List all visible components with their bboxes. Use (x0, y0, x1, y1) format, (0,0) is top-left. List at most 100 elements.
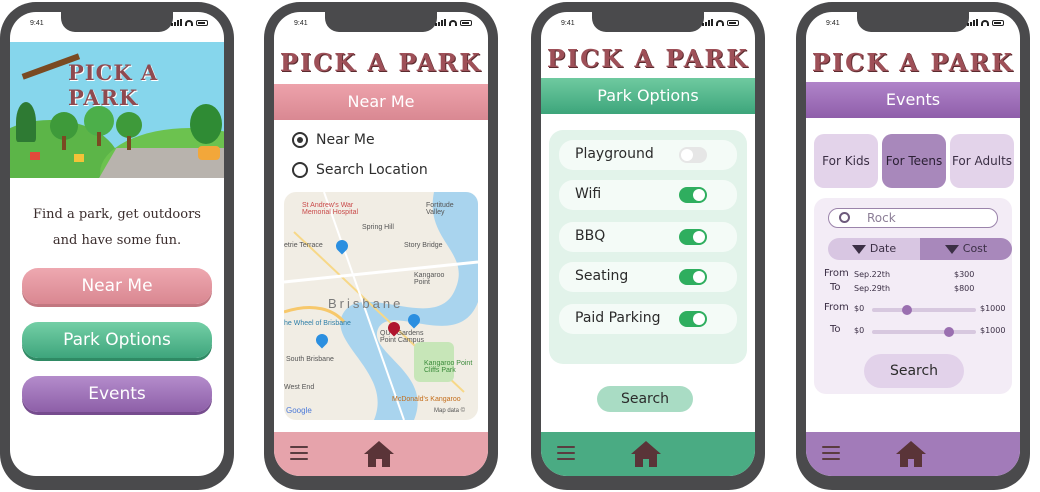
option-bbq: BBQ (559, 222, 737, 252)
menu-icon[interactable] (557, 446, 575, 460)
option-label: BBQ (575, 228, 606, 244)
near-me-button[interactable]: Near Me (22, 268, 212, 304)
map-label-cliffs: Kangaroo Point Cliffs Park (424, 360, 473, 374)
slider-knob[interactable] (944, 327, 954, 337)
search-button[interactable]: Search (864, 354, 964, 388)
search-input[interactable]: Rock (828, 208, 998, 228)
dropdown-triangle-icon (851, 244, 866, 254)
map-label-hospital: St Andrew's War Memorial Hospital (302, 202, 359, 216)
range-from-max: $1000 (980, 304, 1006, 313)
status-time: 9:41 (826, 20, 840, 27)
radio-checked-icon (292, 132, 308, 148)
signal-icon (967, 19, 978, 26)
cost-to: $800 (954, 284, 975, 293)
map-label-wheel: he Wheel of Brisbane (284, 320, 351, 327)
events-screen: 9:41 PICK A PARK Events For Kids For Tee… (806, 12, 1020, 476)
dropdown-triangle-icon (944, 244, 959, 254)
status-bar: 9:41 (274, 19, 488, 31)
park-options-screen: 9:41 PICK A PARK Park Options Playground… (541, 12, 755, 476)
slider-knob[interactable] (902, 305, 912, 315)
search-value: Rock (867, 211, 896, 225)
status-bar: 9:41 (541, 19, 755, 31)
near-me-screen: 9:41 PICK A PARK Near Me Near Me Search … (274, 12, 488, 476)
range-to-label: To (830, 324, 841, 335)
search-icon (839, 212, 850, 223)
home-screen: 9:41 PICK A PARK Find a park, get outdoo… (10, 12, 224, 476)
paid-parking-toggle[interactable] (679, 311, 707, 327)
range-from-min: $0 (854, 304, 865, 313)
event-filter-panel: Rock Date Cost From Sep.22th $300 To Sep… (814, 198, 1012, 394)
map-label-fortitude: Fortitude Valley (426, 202, 454, 216)
range-to-min: $0 (854, 326, 865, 335)
map-label-south-brisbane: South Brisbane (286, 356, 334, 363)
search-button[interactable]: Search (597, 386, 693, 412)
battery-icon (992, 19, 1004, 26)
page-title: Events (806, 82, 1020, 118)
range-to-slider[interactable] (872, 327, 976, 337)
option-label: Seating (575, 268, 629, 284)
tagline: Find a park, get outdoors and have some … (20, 202, 214, 254)
radio-near-me[interactable]: Near Me (292, 132, 375, 148)
page-title: Park Options (541, 78, 755, 114)
page-title: Near Me (274, 84, 488, 120)
option-paid-parking: Paid Parking (559, 304, 737, 334)
map-attribution: Map data © (434, 408, 466, 414)
home-icon[interactable] (894, 439, 928, 469)
app-logo: PICK A PARK (546, 44, 750, 73)
sort-date-button[interactable]: Date (828, 238, 920, 260)
map-label-city: Brisbane (328, 296, 404, 311)
to-date: Sep.29th (854, 284, 891, 293)
app-logo: PICK A PARK (68, 60, 159, 110)
playground-toggle[interactable] (679, 147, 707, 163)
phone-home: 9:41 PICK A PARK Find a park, get outdoo… (0, 2, 234, 490)
events-button[interactable]: Events (22, 376, 212, 412)
wifi-icon (716, 19, 724, 26)
app-logo: PICK A PARK (279, 48, 483, 77)
from-date: Sep.22th (854, 270, 891, 279)
menu-icon[interactable] (822, 446, 840, 460)
status-bar: 9:41 (806, 19, 1020, 31)
tab-for-kids[interactable]: For Kids (814, 134, 878, 188)
range-from-slider[interactable] (872, 305, 976, 315)
signal-icon (702, 19, 713, 26)
option-seating: Seating (559, 262, 737, 292)
home-icon[interactable] (629, 439, 663, 469)
tagline-line-1: Find a park, get outdoors (33, 207, 201, 222)
cost-from: $300 (954, 270, 975, 279)
option-wifi: Wifi (559, 180, 737, 210)
map-view[interactable]: St Andrew's War Memorial Hospital Spring… (284, 192, 478, 420)
option-playground: Playground (559, 140, 737, 170)
phone-near-me: 9:41 PICK A PARK Near Me Near Me Search … (264, 2, 498, 490)
seating-toggle[interactable] (679, 269, 707, 285)
hero-park-illustration: PICK A PARK (10, 42, 224, 178)
map-google-logo: Google (286, 406, 312, 415)
option-label: Playground (575, 146, 654, 162)
map-label-mcdonalds: McDonald's Kangaroo (392, 396, 461, 403)
tab-bar (274, 432, 488, 476)
from-label: From (824, 268, 849, 279)
bbq-toggle[interactable] (679, 229, 707, 245)
park-options-button[interactable]: Park Options (22, 322, 212, 358)
map-label-spring-hill: Spring Hill (362, 224, 394, 231)
status-time: 9:41 (294, 20, 308, 27)
wifi-icon (981, 19, 989, 26)
tagline-line-2: and have some fun. (52, 233, 182, 248)
wifi-icon (185, 19, 193, 26)
home-icon[interactable] (362, 439, 396, 469)
tab-bar (806, 432, 1020, 476)
phone-park-options: 9:41 PICK A PARK Park Options Playground… (531, 2, 765, 490)
tab-for-teens[interactable]: For Teens (882, 134, 946, 188)
sort-cost-button[interactable]: Cost (920, 238, 1012, 260)
menu-icon[interactable] (290, 446, 308, 460)
wifi-toggle[interactable] (679, 187, 707, 203)
app-logo: PICK A PARK (811, 48, 1015, 77)
option-label: Paid Parking (575, 310, 661, 326)
range-to-max: $1000 (980, 326, 1006, 335)
tab-for-adults[interactable]: For Adults (950, 134, 1014, 188)
wifi-icon (449, 19, 457, 26)
option-label: Wifi (575, 186, 602, 202)
radio-search-location[interactable]: Search Location (292, 162, 428, 178)
range-from-label: From (824, 302, 849, 313)
status-time: 9:41 (561, 20, 575, 27)
status-time: 9:41 (30, 20, 44, 27)
